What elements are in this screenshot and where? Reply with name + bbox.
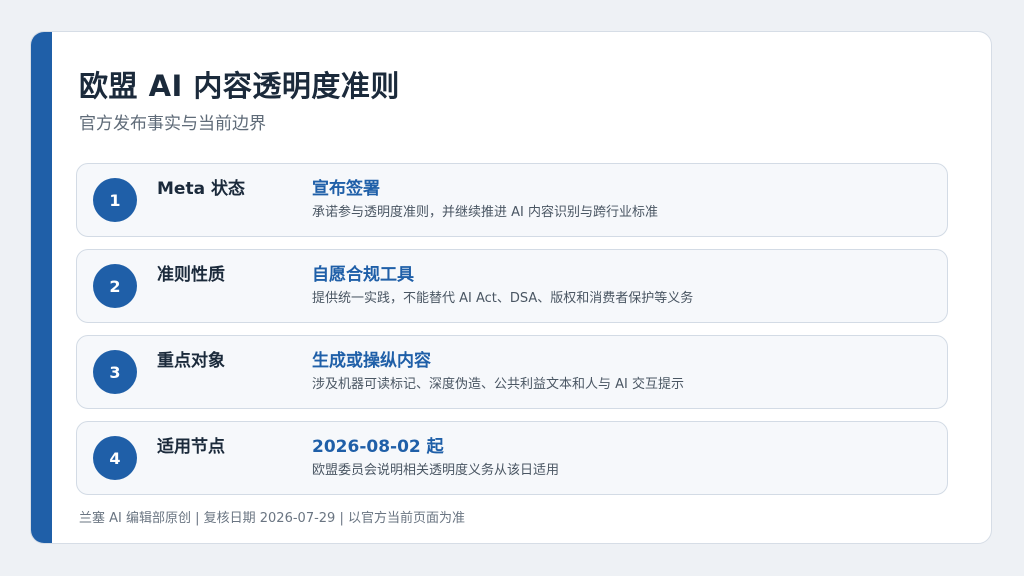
- footer-note: 兰塞 AI 编辑部原创 | 复核日期 2026-07-29 | 以官方当前页面为…: [79, 511, 465, 526]
- list-item-key-targets: 3 重点对象 生成或操纵内容 涉及机器可读标记、深度伪造、公共利益文本和人与 A…: [76, 335, 948, 409]
- item-label: Meta 状态: [157, 179, 245, 199]
- item-number-badge: 3: [93, 350, 137, 394]
- item-list: 1 Meta 状态 宣布签署 承诺参与透明度准则，并继续推进 AI 内容识别与跨…: [76, 163, 948, 507]
- page-title: 欧盟 AI 内容透明度准则: [79, 69, 400, 103]
- list-item-applicable-date: 4 适用节点 2026-08-02 起 欧盟委员会说明相关透明度义务从该日适用: [76, 421, 948, 495]
- item-value: 自愿合规工具: [312, 265, 414, 285]
- item-description: 提供统一实践，不能替代 AI Act、DSA、版权和消费者保护等义务: [312, 291, 694, 306]
- item-number-badge: 2: [93, 264, 137, 308]
- item-description: 涉及机器可读标记、深度伪造、公共利益文本和人与 AI 交互提示: [312, 377, 684, 392]
- list-item-code-nature: 2 准则性质 自愿合规工具 提供统一实践，不能替代 AI Act、DSA、版权和…: [76, 249, 948, 323]
- item-label: 准则性质: [157, 265, 225, 285]
- item-value: 2026-08-02 起: [312, 437, 444, 457]
- slide-card: 欧盟 AI 内容透明度准则 官方发布事实与当前边界 1 Meta 状态 宣布签署…: [30, 31, 992, 544]
- item-description: 欧盟委员会说明相关透明度义务从该日适用: [312, 463, 560, 478]
- item-value: 生成或操纵内容: [312, 351, 431, 371]
- item-label: 适用节点: [157, 437, 225, 457]
- item-description: 承诺参与透明度准则，并继续推进 AI 内容识别与跨行业标准: [312, 205, 658, 220]
- item-label: 重点对象: [157, 351, 225, 371]
- accent-bar: [31, 32, 52, 543]
- list-item-meta-status: 1 Meta 状态 宣布签署 承诺参与透明度准则，并继续推进 AI 内容识别与跨…: [76, 163, 948, 237]
- item-number-badge: 1: [93, 178, 137, 222]
- item-number-badge: 4: [93, 436, 137, 480]
- item-value: 宣布签署: [312, 179, 380, 199]
- page-subtitle: 官方发布事实与当前边界: [79, 114, 266, 134]
